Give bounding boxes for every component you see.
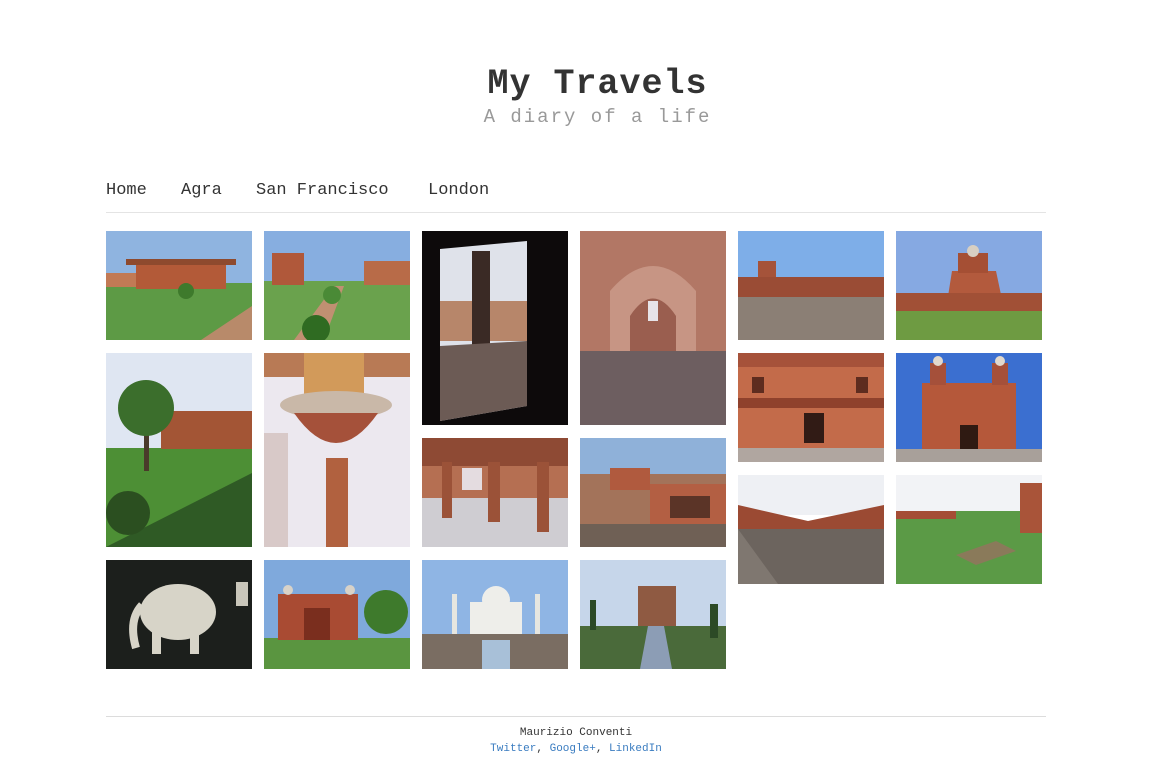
gallery-photo-courtyard-pavilion[interactable] (738, 231, 884, 340)
gallery-photo-tree-lawn[interactable] (106, 353, 252, 547)
linkedin-link[interactable]: LinkedIn (609, 743, 662, 755)
site-header: My Travels A diary of a life (0, 62, 1157, 130)
gallery-photo-taj-gate-reflection[interactable] (580, 560, 726, 669)
gallery-photo-garden-ruins[interactable] (896, 475, 1042, 584)
footer-author: Maurizio Conventi (519, 727, 633, 739)
nav-item-agra[interactable]: Agra (181, 181, 222, 200)
gallery-photo-red-sandstone-facade[interactable] (738, 353, 884, 462)
gallery-photo-palace-garden[interactable] (264, 231, 410, 340)
gallery-photo-fort-courtyard[interactable] (106, 231, 252, 340)
site-title[interactable]: My Travels (0, 62, 1157, 106)
google-plus-link[interactable]: Google+ (550, 743, 596, 755)
gallery-photo-marble-elephant[interactable] (106, 560, 252, 669)
site-footer: Maurizio Conventi Twitter, Google+, Link… (106, 716, 1046, 755)
gallery-photo-empty-courtyard[interactable] (738, 475, 884, 584)
link-separator: , (536, 743, 550, 755)
gallery-photo-dark-doorway[interactable] (422, 231, 568, 425)
nav-item-london[interactable]: London (428, 181, 489, 200)
nav-item-san-francisco[interactable]: San Francisco (256, 181, 389, 200)
gallery-photo-arched-corridor[interactable] (580, 231, 726, 425)
main-nav: Home Agra San Francisco London (106, 178, 1046, 213)
gallery-photo-red-fort-gate[interactable] (264, 560, 410, 669)
gallery-photo-diwan-i-khas[interactable] (896, 353, 1042, 462)
gallery-photo-carved-pillar[interactable] (264, 353, 410, 547)
footer-social-links: Twitter, Google+, LinkedIn (106, 743, 1046, 755)
gallery-photo-taj-mahal[interactable] (422, 560, 568, 669)
site-subtitle: A diary of a life (483, 106, 712, 128)
link-separator: , (595, 743, 610, 755)
gallery-photo-panch-mahal[interactable] (896, 231, 1042, 340)
gallery-photo-ruins-pavilion[interactable] (580, 438, 726, 547)
gallery-photo-colonnade[interactable] (422, 438, 568, 547)
twitter-link[interactable]: Twitter (490, 743, 536, 755)
nav-item-home[interactable]: Home (106, 181, 147, 200)
